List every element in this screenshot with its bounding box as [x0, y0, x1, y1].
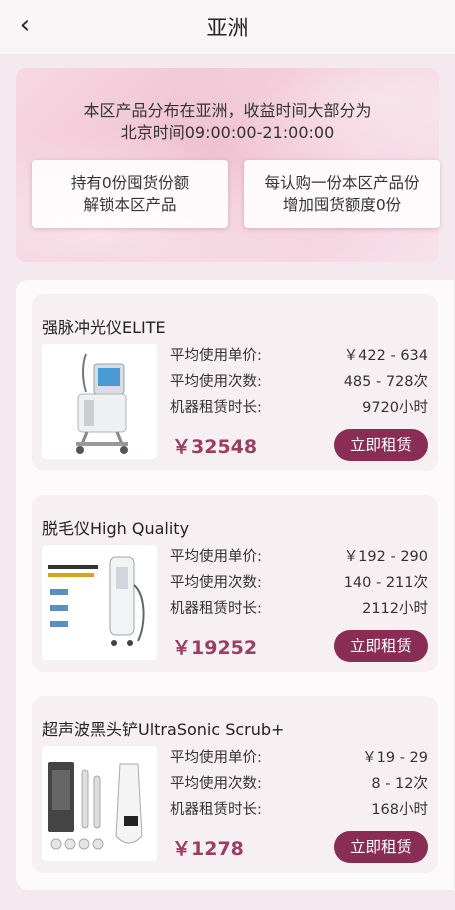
holding-quota-line-1: 持有0份囤货份额	[70, 174, 190, 192]
unit-price-label: 平均使用单价:	[170, 549, 262, 565]
banner-line-1: 本区产品分布在亚洲，收益时间大部分为	[83, 101, 372, 120]
product-price: ￥19252	[172, 637, 258, 659]
use-count-value: 485 - 728次	[343, 374, 428, 390]
rent-now-button[interactable]: 立即租赁	[334, 429, 428, 461]
blackhead-remover-icon	[42, 746, 157, 861]
page-title: 亚洲	[206, 16, 249, 40]
unit-price-value: ￥422 - 634	[343, 348, 428, 364]
product-price: ￥1278	[172, 838, 244, 860]
banner-description: 本区产品分布在亚洲，收益时间大部分为 北京时间09:00:00-21:00:00	[16, 100, 439, 144]
rent-now-button[interactable]: 立即租赁	[334, 630, 428, 662]
hair-removal-machine-icon	[42, 545, 157, 660]
use-count-row: 平均使用次数: 140 - 211次	[170, 573, 428, 593]
duration-value: 168小时	[371, 802, 428, 818]
product-card: 强脉冲光仪ELITE 平均使用单价: ￥422 - 634 平均使用次数: 48…	[32, 294, 438, 471]
use-count-row: 平均使用次数: 485 - 728次	[170, 372, 428, 392]
top-bar: ‹ 亚洲	[0, 0, 455, 54]
unit-price-label: 平均使用单价:	[170, 348, 262, 364]
duration-value: 9720小时	[362, 400, 428, 416]
unit-price-row: 平均使用单价: ￥19 - 29	[170, 748, 428, 768]
duration-value: 2112小时	[362, 601, 428, 617]
product-card: 超声波黑头铲UltraSonic Scrub+ 平均使用单价: ￥19 - 29…	[32, 696, 438, 873]
product-name: 脱毛仪High Quality	[42, 519, 190, 538]
use-count-value: 8 - 12次	[371, 776, 428, 792]
use-count-label: 平均使用次数:	[170, 575, 262, 591]
product-list: 强脉冲光仪ELITE 平均使用单价: ￥422 - 634 平均使用次数: 48…	[16, 280, 454, 890]
unit-price-value: ￥19 - 29	[362, 750, 428, 766]
product-card: 脱毛仪High Quality 平均使用单价: ￥192 - 290 平均使用次…	[32, 495, 438, 672]
region-banner: 本区产品分布在亚洲，收益时间大部分为 北京时间09:00:00-21:00:00…	[16, 68, 440, 262]
duration-row: 机器租赁时长: 2112小时	[170, 599, 428, 619]
ipl-machine-icon	[42, 344, 157, 459]
duration-row: 机器租赁时长: 168小时	[170, 800, 428, 820]
product-price: ￥32548	[172, 436, 258, 458]
unit-price-value: ￥192 - 290	[343, 549, 428, 565]
use-count-value: 140 - 211次	[343, 575, 428, 591]
rent-now-button[interactable]: 立即租赁	[334, 831, 428, 863]
subscription-quota-card[interactable]: 每认购一份本区产品份 增加囤货额度0份	[244, 160, 440, 228]
unit-price-row: 平均使用单价: ￥192 - 290	[170, 547, 428, 567]
subscription-quota-line-1: 每认购一份本区产品份	[264, 174, 420, 192]
subscription-quota-line-2: 增加囤货额度0份	[282, 196, 402, 214]
unit-price-row: 平均使用单价: ￥422 - 634	[170, 346, 428, 366]
use-count-label: 平均使用次数:	[170, 374, 262, 390]
duration-label: 机器租赁时长:	[170, 802, 262, 818]
banner-line-2: 北京时间09:00:00-21:00:00	[120, 123, 335, 142]
duration-row: 机器租赁时长: 9720小时	[170, 398, 428, 418]
duration-label: 机器租赁时长:	[170, 400, 262, 416]
product-name: 强脉冲光仪ELITE	[42, 318, 166, 337]
duration-label: 机器租赁时长:	[170, 601, 262, 617]
use-count-row: 平均使用次数: 8 - 12次	[170, 774, 428, 794]
holding-quota-card[interactable]: 持有0份囤货份额 解锁本区产品	[32, 160, 228, 228]
unit-price-label: 平均使用单价:	[170, 750, 262, 766]
use-count-label: 平均使用次数:	[170, 776, 262, 792]
holding-quota-line-2: 解锁本区产品	[83, 196, 177, 214]
product-name: 超声波黑头铲UltraSonic Scrub+	[42, 720, 285, 739]
